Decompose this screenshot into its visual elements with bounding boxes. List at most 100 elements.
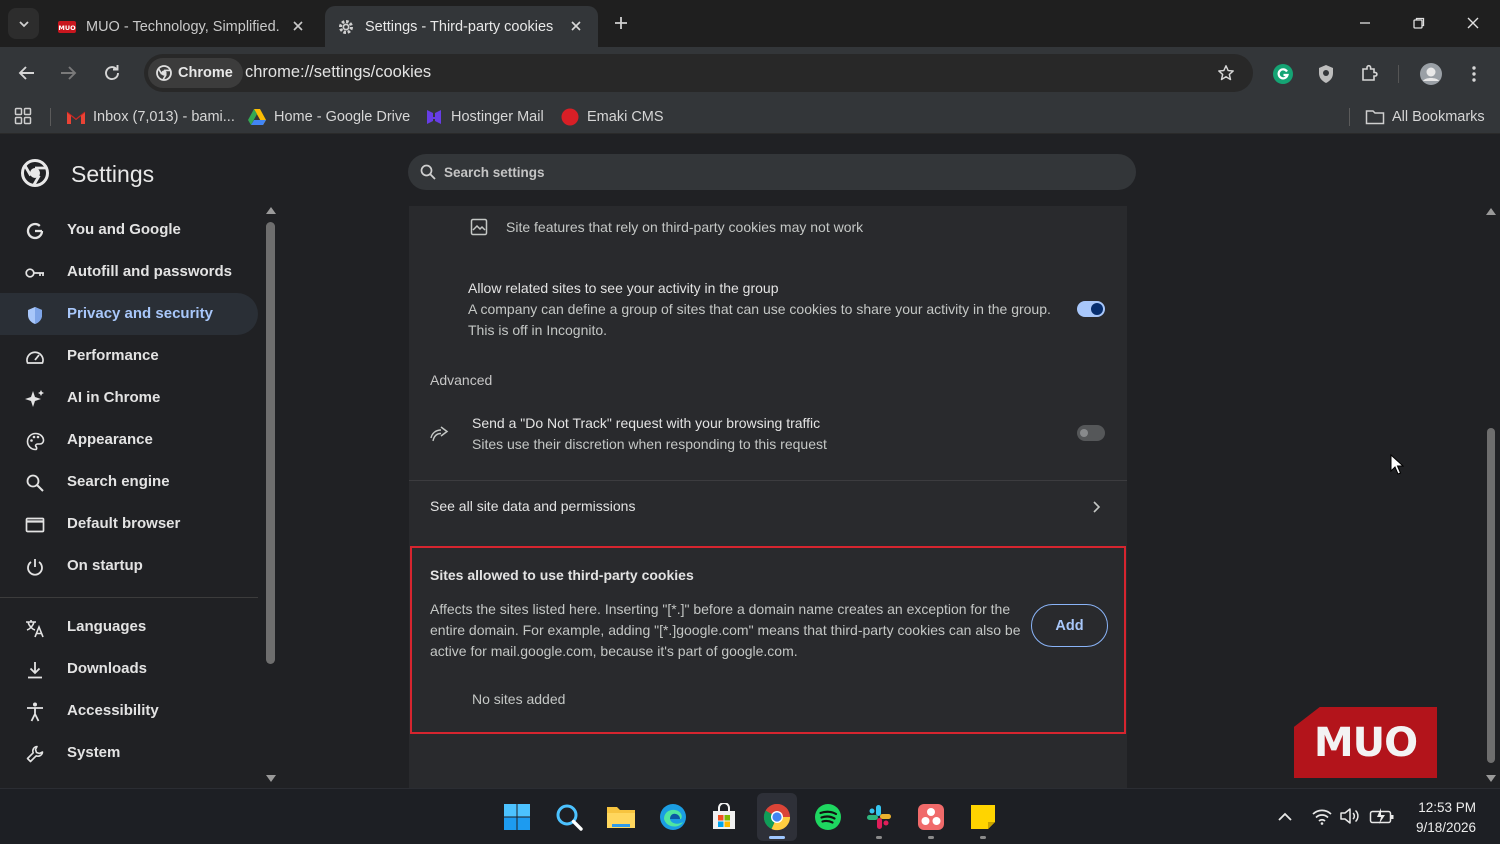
sidebar-item-label: Search engine [67,473,170,490]
address-bar[interactable]: Chrome chrome://settings/cookies [144,54,1253,92]
wifi-icon[interactable] [1311,807,1333,827]
bookmark-hostinger[interactable]: Hostinger Mail [424,107,544,127]
edge-icon[interactable] [657,801,689,833]
sidebar-item-languages[interactable]: Languages [0,606,258,648]
spotify-icon[interactable] [812,801,844,833]
menu-kebab-icon[interactable] [1461,61,1487,87]
sidebar-item-search-engine[interactable]: Search engine [0,461,258,503]
taskbar-indicator [980,836,986,839]
apps-button[interactable] [14,107,32,125]
scroll-down-arrow-icon [266,775,276,782]
sidebar-item-label: Appearance [67,431,153,448]
clock-time: 12:53 PM [1418,800,1476,815]
taskbar-indicator [928,836,934,839]
forward-button[interactable] [57,62,79,84]
download-icon [24,659,46,681]
shield-extension-icon[interactable] [1313,61,1339,87]
sidebar-item-performance[interactable]: Performance [0,335,258,377]
see-all-site-data-label: See all site data and permissions [430,498,636,514]
scroll-down-arrow-icon [1486,775,1496,782]
extensions-puzzle-icon[interactable] [1356,61,1382,87]
site-info-chip[interactable]: Chrome [148,58,243,88]
slack-icon[interactable] [863,801,895,833]
profile-avatar[interactable] [1418,61,1444,87]
emaki-icon [560,107,580,127]
bookmark-emaki[interactable]: Emaki CMS [560,107,664,127]
windows-start-icon[interactable] [501,801,533,833]
sidebar-item-privacy-security[interactable]: Privacy and security [0,293,258,335]
sidebar-item-you-and-google[interactable]: You and Google [0,209,258,251]
asana-icon[interactable] [915,801,947,833]
tab-search-button[interactable] [8,8,39,39]
tab-settings[interactable]: Settings - Third-party cookies [325,6,598,47]
system-clock[interactable]: 12:53 PM 9/18/2026 [1416,798,1476,838]
do-not-track-toggle[interactable] [1077,425,1105,441]
sidebar-item-default-browser[interactable]: Default browser [0,503,258,545]
muo-watermark-logo: MUO [1294,707,1437,778]
page-scrollbar-thumb[interactable] [1487,428,1495,763]
show-hidden-icons-chevron-icon[interactable] [1275,807,1297,827]
close-tab-icon[interactable] [288,16,308,36]
tab-strip: MUO MUO - Technology, Simplified. Settin… [0,0,1500,47]
sticky-notes-icon[interactable] [967,801,999,833]
volume-icon[interactable] [1339,807,1361,827]
back-button[interactable] [16,62,38,84]
restore-icon [1413,17,1425,29]
url-text[interactable]: chrome://settings/cookies [245,63,431,82]
close-window-button[interactable] [1462,12,1484,34]
tab-muo[interactable]: MUO MUO - Technology, Simplified. [48,6,320,47]
tab-title: Settings - Third-party cookies [365,18,554,35]
palette-icon [24,430,46,452]
battery-charging-icon[interactable] [1369,807,1394,827]
sidebar-scrollbar-thumb[interactable] [266,222,275,664]
features-note: Site features that rely on third-party c… [506,219,864,235]
bookmarks-bar: Inbox (7,013) - bami... Home - Google Dr… [0,100,1500,134]
sidebar-item-label: AI in Chrome [67,389,161,406]
sidebar-item-ai-in-chrome[interactable]: AI in Chrome [0,377,258,419]
minimize-button[interactable] [1354,12,1376,34]
search-icon [420,164,436,180]
bookmark-label: Home - Google Drive [274,109,411,125]
bookmark-gmail[interactable]: Inbox (7,013) - bami... [66,107,235,127]
search-placeholder: Search settings [444,164,545,180]
sidebar-item-autofill[interactable]: Autofill and passwords [0,251,258,293]
sidebar-item-label: Privacy and security [67,305,213,322]
close-tab-icon[interactable] [566,16,586,36]
bookmark-star-icon[interactable] [1217,64,1235,82]
minimize-icon [1360,22,1370,24]
reload-button[interactable] [101,62,123,84]
see-all-site-data-row[interactable]: See all site data and permissions [409,481,1127,533]
sidebar-item-accessibility[interactable]: Accessibility [0,690,258,732]
microsoft-store-icon[interactable] [708,801,740,833]
file-explorer-icon[interactable] [605,801,637,833]
restore-button[interactable] [1408,12,1430,34]
google-drive-icon [247,107,267,127]
hostinger-icon [424,107,444,127]
taskbar-search-icon[interactable] [553,801,585,833]
folder-icon [1365,107,1385,127]
sidebar-item-label: You and Google [67,221,181,238]
wrench-icon [24,743,46,765]
gear-icon [337,18,355,36]
sidebar-item-label: Default browser [67,515,181,532]
all-bookmarks-button[interactable]: All Bookmarks [1365,107,1485,127]
grammarly-extension-icon[interactable] [1270,61,1296,87]
sidebar-item-on-startup[interactable]: On startup [0,545,258,587]
power-icon [24,556,46,578]
sidebar-item-appearance[interactable]: Appearance [0,419,258,461]
scroll-up-arrow-icon [266,207,276,214]
new-tab-button[interactable] [611,13,631,33]
sidebar-item-system[interactable]: System [0,732,258,774]
sidebar-item-downloads[interactable]: Downloads [0,648,258,690]
speedometer-icon [24,346,46,368]
related-sites-desc: A company can define a group of sites th… [468,301,1051,317]
sidebar-item-label: System [67,744,121,761]
sidebar-item-label: Downloads [67,660,148,677]
sidebar-item-label: Autofill and passwords [67,263,233,280]
search-icon [24,472,46,494]
search-settings-input[interactable]: Search settings [408,154,1136,190]
related-sites-toggle[interactable] [1077,301,1105,317]
bookmark-google-drive[interactable]: Home - Google Drive [247,107,410,127]
chrome-icon[interactable] [761,801,793,833]
taskbar-indicator [876,836,882,839]
